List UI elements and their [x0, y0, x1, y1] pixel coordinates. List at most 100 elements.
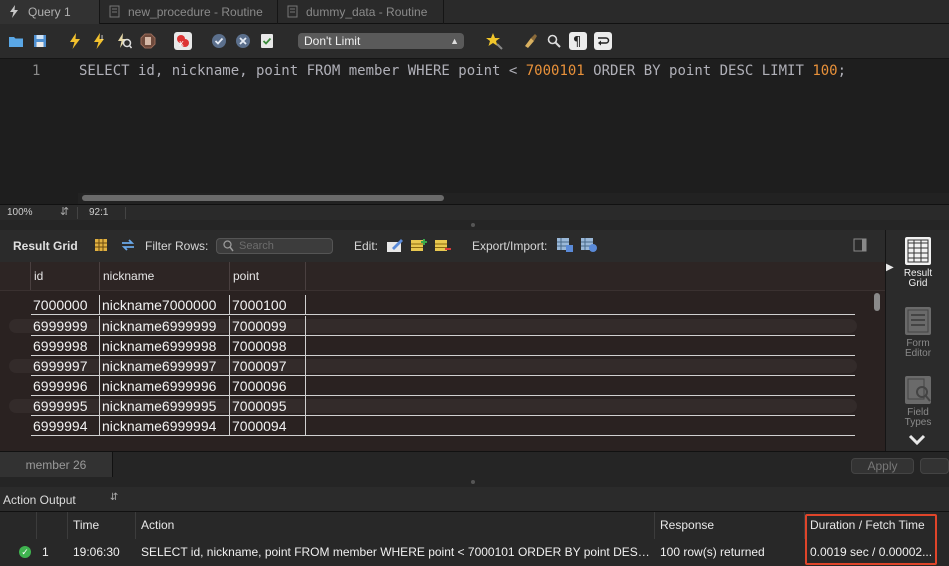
cell-id[interactable]: 6999997 [31, 356, 100, 376]
output-row-action: SELECT id, nickname, point FROM member W… [141, 545, 655, 559]
table-row[interactable]: 6999995 nickname6999995 7000095 [31, 396, 855, 416]
tab-query-1[interactable]: Query 1 [0, 0, 100, 24]
result-grid-view-button[interactable]: Result Grid [886, 237, 949, 289]
result-grid[interactable]: id nickname point 7000000 nickname700000… [0, 262, 885, 451]
cell-id[interactable]: 6999996 [31, 376, 100, 396]
edit-row-icon[interactable] [386, 237, 404, 256]
grid-layout-icon[interactable] [94, 238, 108, 255]
chevron-down-icon[interactable] [908, 434, 926, 449]
revert-button[interactable] [920, 458, 949, 474]
toggle-wrap-cells-icon[interactable] [853, 238, 867, 255]
cell-point[interactable]: 7000099 [230, 316, 306, 336]
commit-icon[interactable] [210, 32, 228, 50]
cell-point[interactable]: 7000097 [230, 356, 306, 376]
cell-id[interactable]: 6999995 [31, 396, 100, 416]
cell-id[interactable]: 6999994 [31, 416, 100, 436]
form-editor-label: Editor [904, 348, 932, 359]
column-header-id[interactable]: id [31, 262, 100, 290]
chevron-updown-icon: ▲ [450, 36, 459, 46]
save-icon[interactable] [31, 32, 49, 50]
panel-splitter[interactable] [0, 477, 949, 487]
routine-icon [286, 5, 298, 19]
cell-id[interactable]: 6999998 [31, 336, 100, 356]
cell-nickname[interactable]: nickname6999999 [100, 316, 230, 336]
zoom-stepper[interactable]: ⇵ [60, 205, 69, 218]
tab-new-procedure[interactable]: new_procedure - Routine [100, 0, 278, 24]
export-import-label: Export/Import: [472, 239, 548, 253]
result-grid-label: Result Grid [13, 239, 78, 253]
wrap-icon[interactable] [594, 32, 612, 50]
cell-nickname[interactable]: nickname6999994 [100, 416, 230, 436]
export-icon[interactable] [556, 237, 574, 256]
add-row-icon[interactable] [410, 237, 428, 256]
cell-point[interactable]: 7000100 [230, 295, 306, 315]
refresh-icon[interactable] [120, 238, 136, 255]
cell-point[interactable]: 7000096 [230, 376, 306, 396]
field-types-button[interactable]: Field Types [886, 376, 949, 428]
svg-text:X: X [179, 40, 184, 48]
result-tab-member[interactable]: member 26 [0, 452, 113, 478]
table-row[interactable]: 6999998 nickname6999998 7000098 [31, 336, 855, 356]
cell-nickname[interactable]: nickname6999997 [100, 356, 230, 376]
column-header-point[interactable]: point [230, 262, 306, 290]
grid-scroll-thumb[interactable] [874, 293, 880, 311]
cell-point[interactable]: 7000098 [230, 336, 306, 356]
form-editor-button[interactable]: Form Editor [886, 307, 949, 359]
table-row[interactable]: 6999999 nickname6999999 7000099 [31, 316, 855, 336]
cell-id[interactable]: 7000000 [31, 295, 100, 315]
sql-editor[interactable]: 1 SELECT id, nickname, point FROM member… [0, 60, 949, 204]
duration-highlight-box [805, 514, 937, 565]
routine-icon [108, 5, 120, 19]
invisible-chars-icon[interactable]: ¶ [569, 32, 587, 50]
svg-text:¶: ¶ [573, 35, 581, 48]
filter-rows-label: Filter Rows: [145, 239, 209, 253]
autocommit-icon[interactable] [258, 32, 276, 50]
toggle-error-icon[interactable]: X [174, 32, 192, 50]
cell-id[interactable]: 6999999 [31, 316, 100, 336]
sql-editor-toolbar: I X Don't Limit ▲ ¶ [0, 24, 949, 59]
open-folder-icon[interactable] [7, 32, 25, 50]
zoom-level: 100% [7, 207, 33, 218]
execute-current-icon[interactable]: I [91, 32, 109, 50]
delete-row-icon[interactable] [434, 237, 452, 256]
stop-icon[interactable] [139, 32, 157, 50]
table-row[interactable]: 6999997 nickname6999997 7000097 [31, 356, 855, 376]
clean-icon[interactable] [521, 32, 539, 50]
chevron-updown-icon[interactable]: ⇵ [110, 492, 118, 503]
sql-query-line[interactable]: SELECT id, nickname, point FROM member W… [79, 63, 846, 79]
import-icon[interactable] [580, 237, 598, 256]
table-row[interactable]: 7000000 nickname7000000 7000100 [31, 295, 855, 315]
cell-nickname[interactable]: nickname6999995 [100, 396, 230, 416]
execute-icon[interactable] [66, 32, 84, 50]
tab-dummy-data[interactable]: dummy_data - Routine [278, 0, 444, 24]
table-row[interactable]: 6999994 nickname6999994 7000094 [31, 416, 855, 436]
search-input[interactable] [239, 239, 329, 253]
divider [77, 207, 78, 219]
beautify-icon[interactable] [485, 32, 503, 50]
filter-rows-search[interactable] [216, 238, 333, 254]
editor-scroll-thumb[interactable] [82, 195, 444, 201]
output-col-response[interactable]: Response [655, 512, 805, 539]
cell-point[interactable]: 7000095 [230, 396, 306, 416]
grid-vertical-scrollbar[interactable] [872, 292, 882, 447]
table-row[interactable]: 6999996 nickname6999996 7000096 [31, 376, 855, 396]
rollback-icon[interactable] [234, 32, 252, 50]
output-type-select[interactable]: Action Output [3, 493, 76, 507]
column-header-nickname[interactable]: nickname [100, 262, 230, 290]
cell-nickname[interactable]: nickname6999996 [100, 376, 230, 396]
output-col-action[interactable]: Action [136, 512, 655, 539]
splitter-grip [471, 223, 475, 227]
cell-nickname[interactable]: nickname6999998 [100, 336, 230, 356]
apply-button[interactable]: Apply [851, 458, 914, 474]
success-check-icon: ✓ [19, 546, 31, 558]
search-icon [223, 240, 234, 255]
cell-point[interactable]: 7000094 [230, 416, 306, 436]
cell-nickname[interactable]: nickname7000000 [100, 295, 230, 315]
explain-icon[interactable] [115, 32, 133, 50]
tab-label: dummy_data - Routine [306, 5, 428, 19]
limit-rows-select[interactable]: Don't Limit ▲ [298, 33, 464, 49]
find-icon[interactable] [545, 32, 563, 50]
panel-splitter[interactable] [0, 220, 949, 230]
editor-tab-bar: Query 1 new_procedure - Routine dummy_da… [0, 0, 949, 24]
output-col-time[interactable]: Time [68, 512, 136, 539]
